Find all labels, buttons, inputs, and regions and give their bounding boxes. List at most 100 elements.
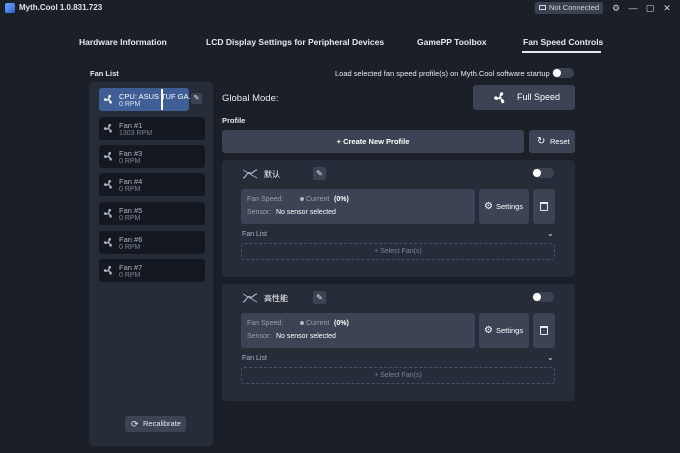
fan-name: Fan #6 — [119, 235, 143, 244]
fan-icon — [103, 179, 112, 189]
fan-rpm: 1303 RPM — [119, 130, 153, 137]
tab-hardware-information[interactable]: Hardware Information — [79, 37, 167, 47]
fan-rpm: 0 RPM — [119, 158, 141, 165]
minimize-button[interactable]: — — [627, 2, 639, 14]
profile-name: 高性能 — [264, 294, 288, 303]
connection-status-label: Not Connected — [549, 3, 600, 12]
profile-card: 高性能 ✎ Fan Speed: Current (0%) Sensor: No… — [222, 284, 575, 401]
profile-enable-toggle[interactable] — [532, 168, 554, 178]
fan-rpm: 0 RPM — [119, 186, 141, 193]
fan-speed-label: Fan Speed: — [247, 196, 284, 203]
profile-fan-list-label: Fan List — [242, 355, 267, 362]
profile-card: 默认 ✎ Fan Speed: Current (0%) Sensor: No … — [222, 160, 575, 277]
sensor-value: No sensor selected — [276, 333, 336, 340]
sensor-label: Sensor: — [247, 209, 272, 216]
full-speed-button[interactable]: Full Speed — [473, 85, 575, 110]
fan-name: Fan #1 — [119, 121, 143, 130]
edit-profile-button[interactable]: ✎ — [313, 291, 326, 304]
fan-rpm: 0 RPM — [119, 215, 141, 222]
fan-speed-info: Fan Speed: Current (0%) Sensor: No senso… — [241, 189, 475, 224]
close-button[interactable]: ✕ — [661, 2, 673, 14]
edit-profile-button[interactable]: ✎ — [313, 167, 326, 180]
fan-list-item[interactable]: Fan #6 0 RPM — [99, 231, 205, 254]
fan-icon — [103, 208, 112, 218]
profile-name: 默认 — [264, 170, 280, 179]
fan-icon — [103, 94, 112, 104]
current-label: Current — [306, 320, 330, 327]
select-fans-button[interactable]: + Select Fan(s) — [241, 243, 555, 260]
reset-button[interactable]: ↻ Reset — [529, 130, 575, 153]
gear-icon: ⚙ — [484, 325, 493, 336]
current-percent: (0%) — [334, 320, 349, 327]
recalibrate-label: Recalibrate — [143, 419, 181, 428]
fan-rpm: 0 RPM — [119, 272, 141, 279]
sensor-label: Sensor: — [247, 333, 272, 340]
status-dot-icon — [300, 197, 304, 201]
title-bar: Myth.Cool 1.0.831.723 Not Connected ⚙ — … — [0, 0, 680, 16]
fan-list-item[interactable]: Fan #3 0 RPM — [99, 145, 205, 168]
profile-settings-button[interactable]: ⚙ Settings — [479, 313, 529, 348]
tab-fan-speed-controls[interactable]: Fan Speed Controls — [523, 37, 603, 47]
create-profile-label: Create New Profile — [343, 137, 410, 146]
edit-fan-name-button[interactable]: ✎ — [191, 93, 202, 104]
profile-fan-list-label: Fan List — [242, 231, 267, 238]
pencil-icon: ✎ — [193, 95, 200, 102]
maximize-button[interactable]: ▢ — [644, 2, 656, 14]
reset-label: Reset — [550, 137, 570, 146]
profile-section-title: Profile — [222, 116, 246, 125]
fan-rpm: 0 RPM — [119, 244, 141, 251]
toggle-knob — [533, 293, 541, 301]
profile-enable-toggle[interactable] — [532, 292, 554, 302]
sensor-value: No sensor selected — [276, 209, 336, 216]
chevron-down-icon[interactable]: ⌄ — [547, 229, 554, 238]
full-speed-label: Full Speed — [517, 92, 561, 102]
pencil-icon: ✎ — [316, 169, 323, 178]
create-new-profile-button[interactable]: + Create New Profile — [222, 130, 524, 153]
fan-curve-icon — [242, 169, 258, 179]
monitor-icon — [539, 5, 546, 10]
fan-name: Fan #3 — [119, 149, 143, 158]
fan-list-title: Fan List — [90, 69, 119, 78]
trash-icon — [540, 326, 548, 335]
text-cursor — [161, 89, 163, 110]
app-title: Myth.Cool 1.0.831.723 — [19, 3, 103, 12]
refresh-icon: ⟳ — [131, 419, 139, 429]
fan-curve-icon — [242, 293, 258, 303]
fan-icon — [103, 265, 112, 275]
fan-speed-label: Fan Speed: — [247, 320, 284, 327]
fan-rpm: 0 RPM — [119, 101, 141, 108]
reset-icon: ↻ — [537, 136, 546, 147]
fan-icon — [494, 92, 505, 104]
fan-icon — [103, 123, 112, 133]
status-dot-icon — [300, 321, 304, 325]
app-logo-icon — [5, 3, 15, 13]
fan-name: CPU: ASUS TUF GA... — [119, 92, 195, 101]
fan-icon — [103, 151, 112, 161]
fan-list-item-cpu[interactable]: CPU: ASUS TUF GA... 0 RPM — [99, 88, 195, 111]
select-fans-button[interactable]: + Select Fan(s) — [241, 367, 555, 384]
settings-label: Settings — [496, 202, 524, 211]
connection-status-badge[interactable]: Not Connected — [535, 2, 603, 14]
delete-profile-button[interactable] — [533, 189, 555, 224]
profile-settings-button[interactable]: ⚙ Settings — [479, 189, 529, 224]
current-label: Current — [306, 196, 330, 203]
chevron-down-icon[interactable]: ⌄ — [547, 353, 554, 362]
fan-list-item[interactable]: Fan #4 0 RPM — [99, 173, 205, 196]
pencil-icon: ✎ — [316, 293, 323, 302]
current-percent: (0%) — [334, 196, 349, 203]
delete-profile-button[interactable] — [533, 313, 555, 348]
fan-speed-info: Fan Speed: Current (0%) Sensor: No senso… — [241, 313, 475, 348]
recalibrate-button[interactable]: ⟳ Recalibrate — [125, 416, 186, 432]
toggle-knob — [533, 169, 541, 177]
active-tab-indicator — [522, 51, 601, 53]
global-mode-label: Global Mode: — [222, 93, 279, 104]
fan-list-item[interactable]: Fan #5 0 RPM — [99, 202, 205, 225]
settings-label: Settings — [496, 326, 524, 335]
gear-icon: ⚙ — [484, 201, 493, 212]
tab-gamepp-toolbox[interactable]: GamePP Toolbox — [417, 37, 487, 47]
fan-list-item[interactable]: Fan #1 1303 RPM — [99, 117, 205, 140]
fan-list-item[interactable]: Fan #7 0 RPM — [99, 259, 205, 282]
startup-load-toggle[interactable] — [552, 68, 574, 78]
gear-icon[interactable]: ⚙ — [610, 2, 622, 14]
tab-lcd-display-settings[interactable]: LCD Display Settings for Peripheral Devi… — [206, 37, 384, 47]
